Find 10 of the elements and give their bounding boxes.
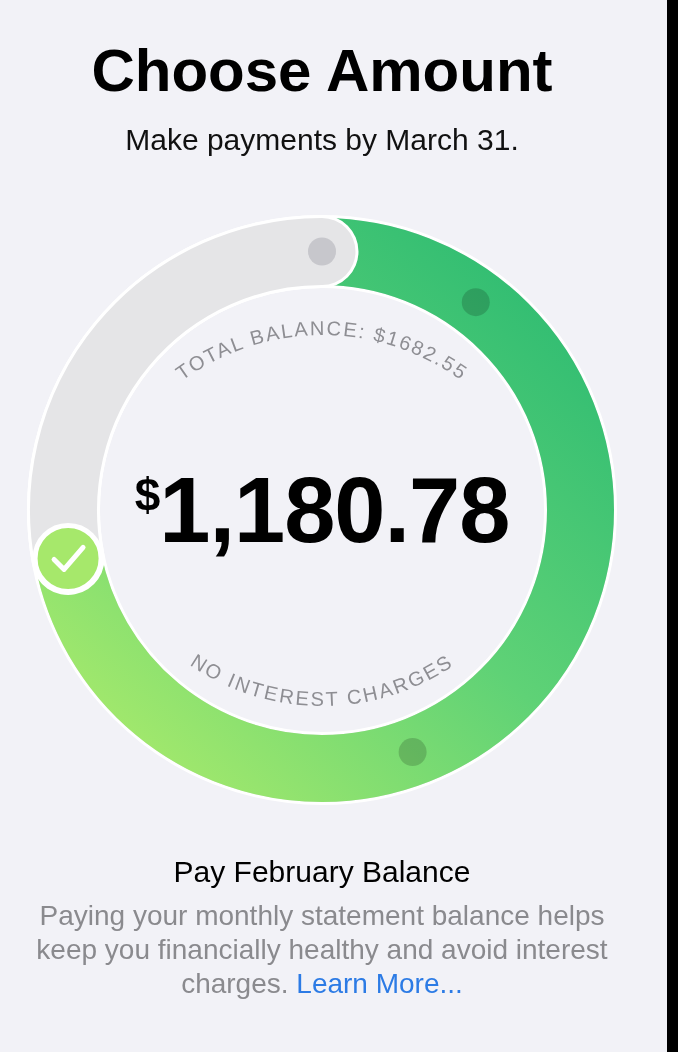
marker-dot-icon [461,288,490,317]
page-title: Choose Amount [91,41,553,101]
option-description: Paying your monthly statement balance helps keep you financially healthy and avoid interest charges. Learn More... [35,899,609,1001]
due-date-text: Make payments by March 31. [125,122,519,158]
check-icon [51,544,86,572]
payment-amount: $^{$}$1,180.78 [134,464,510,556]
marker-dot-icon [398,738,427,767]
marker-dot-icon [308,237,336,266]
option-title: Pay February Balance [173,855,471,889]
learn-more-link[interactable]: Learn More... [296,968,463,999]
